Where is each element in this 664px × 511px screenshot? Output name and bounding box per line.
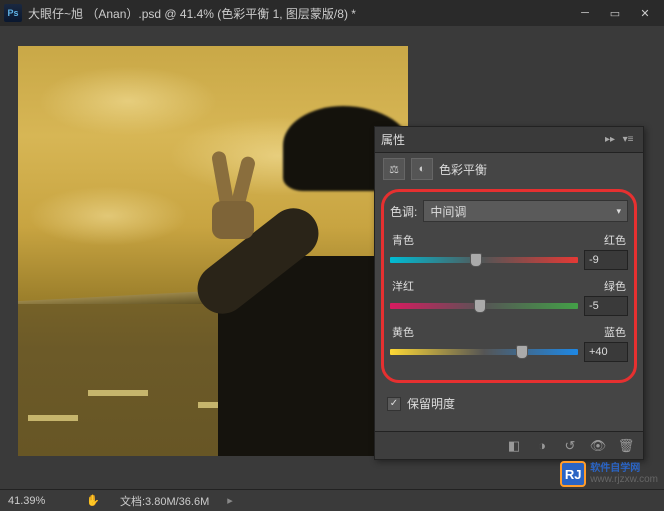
balance-icon[interactable]: ⚖ xyxy=(383,158,405,180)
highlight-box: 色调: 中间调 ▾ 青色 红色 -9 xyxy=(381,189,637,383)
document-info[interactable]: 文档:3.80M/36.6M xyxy=(120,493,209,509)
properties-panel: 属性 ▸▸ ▾≡ ⚖ ◐ 色彩平衡 色调: 中间调 ▾ 青色 红色 xyxy=(374,126,644,460)
slider-value-input[interactable]: +40 xyxy=(584,342,628,362)
panel-collapse-icon[interactable]: ▸▸ xyxy=(601,134,619,145)
slider-track[interactable] xyxy=(390,257,578,263)
watermark-text: 软件自学网 www.rjzxw.com xyxy=(590,463,658,485)
ps-icon: Ps xyxy=(4,4,22,22)
panel-menu-icon[interactable]: ▾≡ xyxy=(619,134,637,145)
slider-track[interactable] xyxy=(390,349,578,355)
watermark-icon: RJ xyxy=(560,461,586,487)
slider-right-label: 蓝色 xyxy=(604,324,626,340)
titlebar: Ps 大眼仔~旭 （Anan）.psd @ 41.4% (色彩平衡 1, 图层蒙… xyxy=(0,0,664,26)
close-button[interactable]: ✕ xyxy=(630,3,660,23)
adjustment-type-row: ⚖ ◐ 色彩平衡 xyxy=(375,153,643,185)
slider-right-label: 绿色 xyxy=(604,278,626,294)
reset-icon[interactable]: ↺ xyxy=(561,437,579,455)
tone-label: 色调: xyxy=(390,203,417,220)
slider-left-label: 黄色 xyxy=(392,324,414,340)
panel-footer: ◧ ◑ ↺ 👁 🗑 xyxy=(375,431,643,459)
hand-icon[interactable]: ✋ xyxy=(86,494,102,508)
slider-thumb[interactable] xyxy=(516,345,528,359)
delete-icon[interactable]: 🗑 xyxy=(617,437,635,455)
view-previous-icon[interactable]: ◑ xyxy=(533,437,551,455)
document-title: 大眼仔~旭 （Anan）.psd @ 41.4% (色彩平衡 1, 图层蒙版/8… xyxy=(28,5,570,22)
slider-track[interactable] xyxy=(390,303,578,309)
statusbar: 41.39% ✋ 文档:3.80M/36.6M ▸ xyxy=(0,489,664,511)
slider-yellow-blue: 黄色 蓝色 +40 xyxy=(390,324,628,362)
watermark: RJ 软件自学网 www.rjzxw.com xyxy=(560,461,658,487)
slider-cyan-red: 青色 红色 -9 xyxy=(390,232,628,270)
tone-row: 色调: 中间调 ▾ xyxy=(390,200,628,222)
photo xyxy=(18,46,408,456)
window-controls: ─ ▭ ✕ xyxy=(570,3,660,23)
clip-icon[interactable]: ◧ xyxy=(505,437,523,455)
slider-magenta-green: 洋红 绿色 -5 xyxy=(390,278,628,316)
slider-left-label: 青色 xyxy=(392,232,414,248)
preserve-label: 保留明度 xyxy=(407,395,455,412)
zoom-level[interactable]: 41.39% xyxy=(8,495,68,507)
tone-value: 中间调 xyxy=(430,203,466,220)
mask-icon[interactable]: ◐ xyxy=(411,158,433,180)
slider-value-input[interactable]: -5 xyxy=(584,296,628,316)
app-window: Ps 大眼仔~旭 （Anan）.psd @ 41.4% (色彩平衡 1, 图层蒙… xyxy=(0,0,664,511)
maximize-button[interactable]: ▭ xyxy=(600,3,630,23)
slider-thumb[interactable] xyxy=(470,253,482,267)
preserve-luminosity-row: ✓ 保留明度 xyxy=(375,391,643,416)
slider-value-input[interactable]: -9 xyxy=(584,250,628,270)
info-arrow-icon[interactable]: ▸ xyxy=(227,494,233,507)
adjustment-name: 色彩平衡 xyxy=(439,161,487,178)
panel-header: 属性 ▸▸ ▾≡ xyxy=(375,127,643,153)
slider-thumb[interactable] xyxy=(474,299,486,313)
tone-select[interactable]: 中间调 ▾ xyxy=(423,200,628,222)
minimize-button[interactable]: ─ xyxy=(570,3,600,23)
slider-right-label: 红色 xyxy=(604,232,626,248)
slider-left-label: 洋红 xyxy=(392,278,414,294)
chevron-down-icon: ▾ xyxy=(616,206,621,217)
panel-title: 属性 xyxy=(381,131,601,148)
preserve-checkbox[interactable]: ✓ xyxy=(387,397,401,411)
visibility-icon[interactable]: 👁 xyxy=(589,437,607,455)
canvas[interactable] xyxy=(18,46,408,456)
